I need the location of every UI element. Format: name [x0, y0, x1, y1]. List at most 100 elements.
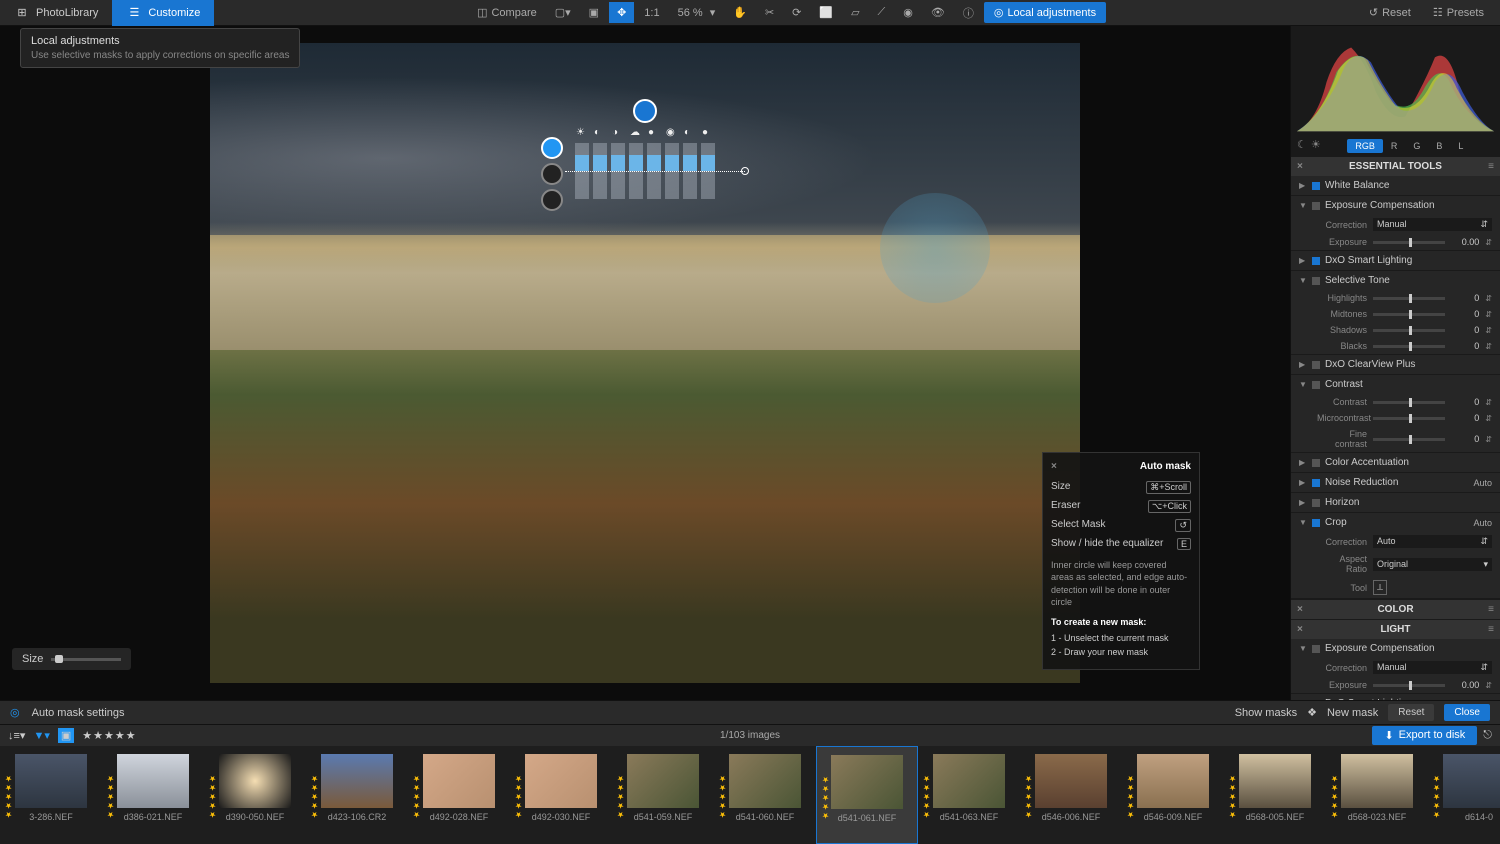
section-contrast[interactable]: ▼Contrast [1291, 375, 1500, 394]
thumbnail[interactable]: ★★★★★ d541-060.NEF [714, 746, 816, 844]
finecontrast-slider[interactable] [1373, 438, 1445, 441]
section-color-accentuation[interactable]: ▶Color Accentuation [1291, 453, 1500, 472]
histogram-channel-rgb[interactable]: RGB [1347, 139, 1383, 153]
tab-customize[interactable]: ☰ Customize [112, 0, 214, 26]
equalizer-hud[interactable]: ☀ ◐ ◑ ☁ ● ◉ ◐ ● [575, 99, 715, 199]
local-adjustments-button[interactable]: ◎ Local adjustments [984, 2, 1106, 23]
sort-icon[interactable]: ↓≡▾ [8, 729, 25, 742]
menu-icon[interactable]: ≡ [1488, 161, 1494, 172]
thumbnail[interactable]: ★★★★★ d614-0 [1428, 746, 1500, 844]
exposure-slider[interactable] [1373, 241, 1445, 244]
thumbnail[interactable]: ★★★★★ d546-009.NEF [1122, 746, 1224, 844]
pin-detail[interactable] [541, 189, 563, 211]
histogram-channel-b[interactable]: B [1428, 139, 1450, 153]
correction-select[interactable]: Manual⇵ [1373, 218, 1492, 231]
zoom-pct[interactable]: 56 % ▾ [670, 2, 724, 23]
section-horizon[interactable]: ▶Horizon [1291, 493, 1500, 512]
crop-tool-icon[interactable]: ⟂ [1373, 580, 1387, 595]
thumbnail[interactable]: ★★★★★ 3-286.NEF [0, 746, 102, 844]
thumbnail[interactable]: ★★★★★ d568-023.NEF [1326, 746, 1428, 844]
info-button[interactable]: ⓘ [955, 1, 982, 25]
histogram-channel-l[interactable]: L [1450, 139, 1471, 153]
presets-button[interactable]: ☷ Presets [1425, 2, 1492, 23]
export-button[interactable]: ⬇ Export to disk [1372, 726, 1477, 745]
thumbnail[interactable]: ★★★★★ d492-028.NEF [408, 746, 510, 844]
view-single-button[interactable]: ▢▾ [547, 2, 579, 23]
crop-tool-button[interactable]: ✂ [757, 2, 782, 23]
brush-size-slider[interactable]: Size [12, 648, 131, 670]
section-exposure-comp-2[interactable]: ▼Exposure Compensation [1291, 639, 1500, 658]
histogram-channel-r[interactable]: R [1383, 139, 1406, 153]
tab-label: PhotoLibrary [36, 7, 98, 19]
reset-button[interactable]: ↺ Reset [1361, 2, 1419, 23]
horizon-tool-button[interactable]: ⟳ [784, 2, 809, 23]
shadows-slider[interactable] [1373, 329, 1445, 332]
thumbnail[interactable]: ★★★★★ d492-030.NEF [510, 746, 612, 844]
close-icon[interactable]: × [1297, 161, 1303, 172]
ruler-tool-button[interactable]: ▱ [843, 2, 867, 23]
aspect-ratio-select[interactable]: Original▾ [1373, 558, 1492, 571]
la-label: Local adjustments [1007, 7, 1096, 19]
panel-color-header[interactable]: ×COLOR≡ [1291, 599, 1500, 619]
highlight-clip-icon[interactable]: ☀ [1311, 138, 1321, 151]
automask-settings-label[interactable]: Auto mask settings [32, 707, 125, 719]
histogram-channel-g[interactable]: G [1405, 139, 1428, 153]
highlights-slider[interactable] [1373, 297, 1445, 300]
perspective-tool-button[interactable]: ⬜ [811, 2, 841, 23]
equalizer-pin-icon[interactable] [633, 99, 657, 123]
midtones-slider[interactable] [1373, 313, 1445, 316]
photo-preview[interactable]: ☀ ◐ ◑ ☁ ● ◉ ◐ ● [210, 43, 1080, 683]
thumbnail[interactable]: ★★★★★ d541-059.NEF [612, 746, 714, 844]
section-crop[interactable]: ▼CropAuto [1291, 513, 1500, 532]
compare-button[interactable]: ◫ Compare [469, 2, 545, 23]
rating-filter[interactable]: ★★★★★ [82, 729, 136, 742]
mask-close-button[interactable]: Close [1444, 704, 1490, 721]
redeye-tool-button[interactable]: ◉ [895, 2, 921, 23]
view-grid-button[interactable]: ▣ [581, 2, 607, 23]
tab-photolibrary[interactable]: ⊞ PhotoLibrary [0, 0, 112, 26]
microcontrast-slider[interactable] [1373, 417, 1445, 420]
contrast-slider[interactable] [1373, 401, 1445, 404]
thumbnail[interactable]: ★★★★★ d568-005.NEF [1224, 746, 1326, 844]
thumbnail[interactable]: ★★★★★ d390-050.NEF [204, 746, 306, 844]
canvas[interactable]: ☀ ◐ ◑ ☁ ● ◉ ◐ ● [0, 26, 1290, 700]
thumb-image [1035, 754, 1107, 808]
equalizer-bars[interactable] [575, 143, 715, 199]
pin-light[interactable] [541, 137, 563, 159]
thumbnail[interactable]: ★★★★★ d386-021.NEF [102, 746, 204, 844]
thumbnail[interactable]: ★★★★★ d546-006.NEF [1020, 746, 1122, 844]
section-white-balance[interactable]: ▶White Balance [1291, 176, 1500, 195]
repair-tool-button[interactable]: ⟋ [870, 2, 894, 23]
automask-icon[interactable]: ◎ [10, 706, 20, 719]
section-noise-reduction[interactable]: ▶Noise ReductionAuto [1291, 473, 1500, 492]
section-selective-tone[interactable]: ▼Selective Tone [1291, 271, 1500, 290]
pin-color[interactable] [541, 163, 563, 185]
panel-light-header[interactable]: ×LIGHT≡ [1291, 619, 1500, 639]
panel-essential-header[interactable]: × ESSENTIAL TOOLS ≡ [1291, 156, 1500, 176]
thumbnail[interactable]: ★★★★★ d541-063.NEF [918, 746, 1020, 844]
section-smart-lighting[interactable]: ▶DxO Smart Lighting [1291, 251, 1500, 270]
hand-tool-button[interactable]: ✋ [725, 2, 755, 23]
zoom-ratio-button[interactable]: 1:1 [636, 3, 667, 23]
close-icon[interactable]: × [1051, 461, 1057, 472]
layers-icon[interactable]: ❖ [1307, 706, 1317, 719]
section-clearview[interactable]: ▶DxO ClearView Plus [1291, 355, 1500, 374]
move-tool-button[interactable]: ✥ [609, 2, 634, 23]
share-icon[interactable]: ⎋ [1483, 729, 1492, 742]
mask-brush-preview[interactable] [880, 193, 990, 303]
section-exposure-comp[interactable]: ▼Exposure Compensation [1291, 196, 1500, 215]
blacks-slider[interactable] [1373, 345, 1445, 348]
stepper-icon[interactable]: ⇵ [1485, 238, 1492, 247]
section-smart-lighting-2[interactable]: ▶DxO Smart Lighting [1291, 694, 1500, 700]
eye-tool-button[interactable]: 👁 [923, 2, 953, 23]
mask-reset-button[interactable]: Reset [1388, 704, 1434, 721]
thumbnail[interactable]: ★★★★★ d423-106.CR2 [306, 746, 408, 844]
crop-correction-select[interactable]: Auto⇵ [1373, 535, 1492, 548]
new-mask-button[interactable]: New mask [1327, 707, 1378, 719]
thumbnail[interactable]: ★★★★★ d541-061.NEF [816, 746, 918, 844]
show-masks-toggle[interactable]: Show masks [1235, 707, 1297, 719]
filmstrip[interactable]: ★★★★★ 3-286.NEF★★★★★ d386-021.NEF★★★★★ d… [0, 746, 1500, 844]
folder-icon[interactable]: ▣ [58, 728, 74, 743]
filter-icon[interactable]: ▼▾ [33, 729, 49, 742]
shadow-clip-icon[interactable]: ☾ [1297, 138, 1307, 151]
